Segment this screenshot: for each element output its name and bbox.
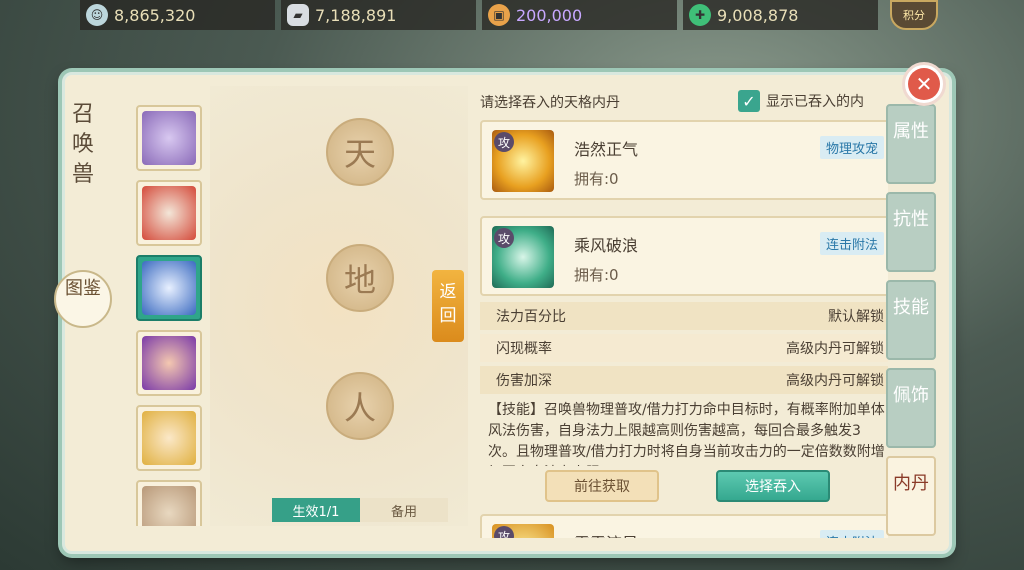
obtain-button[interactable]: 前往获取 bbox=[545, 470, 659, 502]
neidan-name: 霹雳流星 bbox=[574, 530, 638, 538]
green-money-icon: ✚ bbox=[689, 4, 711, 26]
blonde-girl-pet-icon bbox=[142, 411, 196, 465]
jade-coin-value: 8,865,320 bbox=[114, 5, 196, 25]
silver-value: 7,188,891 bbox=[315, 5, 397, 25]
purple-hair-girl-pet-icon bbox=[142, 336, 196, 390]
neidan-name: 浩然正气 bbox=[574, 140, 639, 159]
resource-bar: ☺ 8,865,320 ▰ 7,188,891 ▣ 200,000 ✚ 9,00… bbox=[0, 0, 1024, 32]
neidan-card-next[interactable]: 攻 霹雳流星 连击附法 bbox=[480, 514, 888, 538]
attr-label: 伤害加深 bbox=[496, 373, 552, 389]
attr-value: 高级内丹可解锁 bbox=[786, 373, 884, 389]
back-button[interactable]: 返回 bbox=[432, 270, 464, 342]
pet-item-5[interactable] bbox=[136, 405, 202, 471]
green-money-value: 9,008,878 bbox=[717, 5, 799, 25]
partial-pet-icon bbox=[142, 486, 196, 526]
jade-coin-icon: ☺ bbox=[86, 4, 108, 26]
attr-row: 伤害加深 高级内丹可解锁 bbox=[480, 366, 888, 394]
attr-row: 法力百分比 默认解锁 bbox=[480, 302, 888, 330]
purple-pet-icon bbox=[142, 111, 196, 165]
attr-row: 闪现概率 高级内丹可解锁 bbox=[480, 334, 888, 362]
swallow-button[interactable]: 选择吞入 bbox=[716, 470, 830, 502]
neidan-header: 请选择吞入的天格内丹 bbox=[480, 95, 620, 111]
opera-mask-pet-icon bbox=[142, 186, 196, 240]
checkmark-icon: ✓ bbox=[738, 90, 760, 112]
slot-di[interactable]: 地 bbox=[326, 244, 394, 312]
neidan-owned: 拥有:0 bbox=[574, 170, 619, 188]
copper-resource: ▣ 200,000 bbox=[482, 0, 677, 30]
tab-skills[interactable]: 技能 bbox=[886, 280, 936, 360]
attack-type-badge: 攻 bbox=[494, 132, 514, 152]
pet-item-1[interactable] bbox=[136, 105, 202, 171]
pet-item-4[interactable] bbox=[136, 330, 202, 396]
silver-ingot-icon: ▰ bbox=[287, 4, 309, 26]
jifen-button[interactable]: 积分 bbox=[890, 0, 938, 30]
copper-coin-icon: ▣ bbox=[488, 4, 510, 26]
slot-ren[interactable]: 人 bbox=[326, 372, 394, 440]
side-title: 召唤兽 bbox=[71, 102, 94, 187]
neidan-name: 乘风破浪 bbox=[574, 236, 639, 255]
neidan-slot-area: 天 地 人 bbox=[210, 86, 468, 526]
show-swallowed-checkbox[interactable]: ✓ 显示已吞入的内 bbox=[738, 90, 864, 112]
close-icon: ✕ bbox=[908, 68, 940, 100]
effect-tabbar: 生效1/1 备用 bbox=[272, 498, 448, 522]
tab-reserve[interactable]: 备用 bbox=[360, 498, 448, 522]
attr-value: 默认解锁 bbox=[828, 309, 884, 325]
show-swallowed-label: 显示已吞入的内 bbox=[766, 94, 864, 110]
neidan-tag: 连击附法 bbox=[820, 232, 885, 255]
neidan-card[interactable]: 攻 乘风破浪 拥有:0 连击附法 bbox=[480, 216, 888, 296]
neidan-owned: 拥有:0 bbox=[574, 266, 619, 284]
pet-item-6[interactable] bbox=[136, 480, 202, 526]
close-button[interactable]: ✕ bbox=[902, 62, 946, 106]
attr-label: 闪现概率 bbox=[496, 341, 552, 357]
neidan-card[interactable]: 攻 浩然正气 拥有:0 物理攻宠 bbox=[480, 120, 888, 200]
attr-value: 高级内丹可解锁 bbox=[786, 341, 884, 357]
skill-description: 【技能】召唤兽物理普攻/借力打力命中目标时，有概率附加单体风法伤害，自身法力上限… bbox=[488, 402, 885, 466]
tab-neidan[interactable]: 内丹 bbox=[886, 456, 936, 536]
tab-attributes[interactable]: 属性 bbox=[886, 104, 936, 184]
neidan-panel: 请选择吞入的天格内丹 ✓ 显示已吞入的内 攻 浩然正气 拥有:0 物理攻宠 攻 … bbox=[470, 86, 888, 538]
pet-item-2[interactable] bbox=[136, 180, 202, 246]
attack-type-badge: 攻 bbox=[494, 228, 514, 248]
white-tiger-pet-icon bbox=[142, 261, 196, 315]
tab-accessories[interactable]: 佩饰 bbox=[886, 368, 936, 448]
pet-list[interactable] bbox=[134, 102, 208, 526]
attr-label: 法力百分比 bbox=[496, 309, 566, 325]
jade-coin-resource: ☺ 8,865,320 bbox=[80, 0, 275, 30]
green-money-resource: ✚ 9,008,878 bbox=[683, 0, 878, 30]
slot-tian[interactable]: 天 bbox=[326, 118, 394, 186]
side-tab-list: 属性 抗性 技能 佩饰 内丹 bbox=[886, 104, 938, 554]
tab-resistance[interactable]: 抗性 bbox=[886, 192, 936, 272]
silver-resource: ▰ 7,188,891 bbox=[281, 0, 476, 30]
copper-value: 200,000 bbox=[516, 5, 583, 25]
neidan-tag: 物理攻宠 bbox=[820, 136, 885, 159]
neidan-tag: 连击附法 bbox=[820, 530, 885, 538]
tujian-button[interactable]: 图鉴 bbox=[54, 270, 112, 328]
pet-item-3[interactable] bbox=[136, 255, 202, 321]
tab-active[interactable]: 生效1/1 bbox=[272, 498, 360, 522]
